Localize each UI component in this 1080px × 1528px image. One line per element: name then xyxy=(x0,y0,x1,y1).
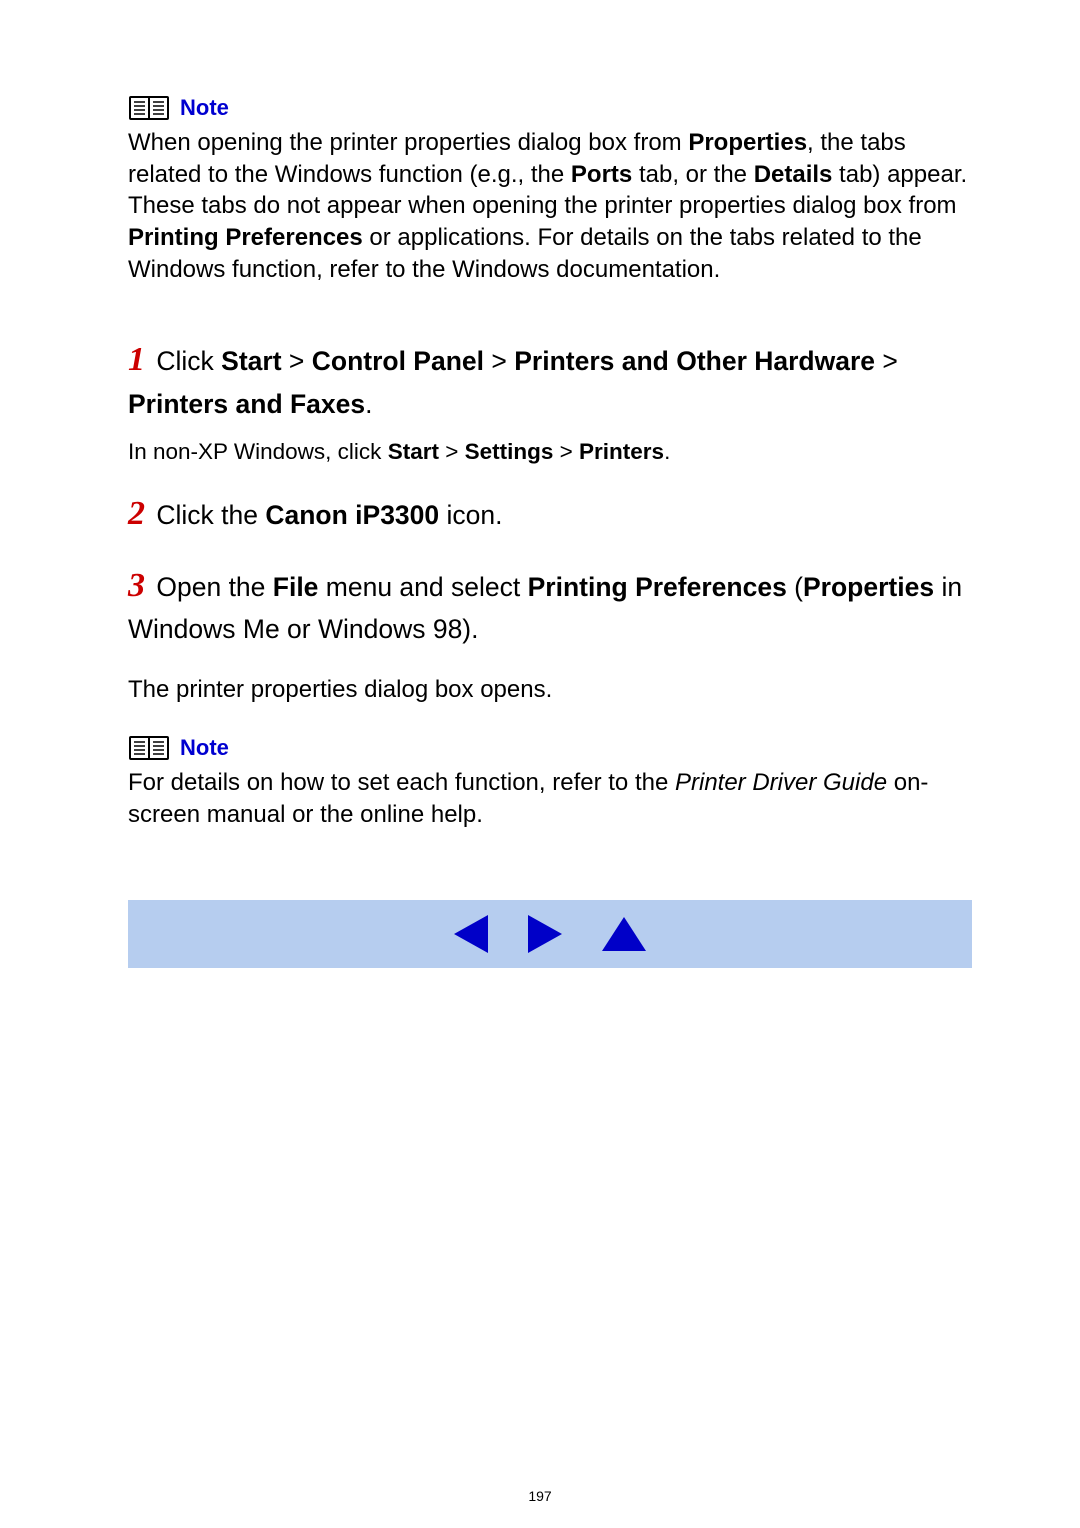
nav-bar xyxy=(128,900,972,968)
note-block-1: Note When opening the printer properties… xyxy=(128,95,972,285)
note-header: Note xyxy=(128,95,972,121)
previous-button[interactable] xyxy=(454,915,488,953)
step-text: Open the File menu and select Printing P… xyxy=(128,572,962,644)
note-label: Note xyxy=(180,735,229,761)
step-sub: In non-XP Windows, click Start > Setting… xyxy=(128,437,972,467)
step-result: The printer properties dialog box opens. xyxy=(128,674,972,706)
document-page: Note When opening the printer properties… xyxy=(0,0,1080,1528)
note-body-1: When opening the printer properties dial… xyxy=(128,127,972,285)
step-number: 3 xyxy=(128,561,145,610)
note-block-2: Note For details on how to set each func… xyxy=(128,735,972,830)
step-text: Click the Canon iP3300 icon. xyxy=(156,500,502,530)
book-icon xyxy=(128,95,170,121)
step-number: 1 xyxy=(128,335,145,384)
top-button[interactable] xyxy=(602,917,646,951)
step-main: 2 Click the Canon iP3300 icon. xyxy=(128,489,972,538)
step-main: 1 Click Start > Control Panel > Printers… xyxy=(128,335,972,423)
note-header: Note xyxy=(128,735,972,761)
step-3: 3 Open the File menu and select Printing… xyxy=(128,561,972,830)
step-1: 1 Click Start > Control Panel > Printers… xyxy=(128,335,972,467)
next-button[interactable] xyxy=(528,915,562,953)
steps-list: 1 Click Start > Control Panel > Printers… xyxy=(128,335,972,830)
step-number: 2 xyxy=(128,489,145,538)
step-2: 2 Click the Canon iP3300 icon. xyxy=(128,489,972,538)
page-number: 197 xyxy=(0,1488,1080,1504)
step-text: Click Start > Control Panel > Printers a… xyxy=(128,346,898,418)
step-main: 3 Open the File menu and select Printing… xyxy=(128,561,972,649)
note-label: Note xyxy=(180,95,229,121)
note-body-2: For details on how to set each function,… xyxy=(128,767,972,830)
book-icon xyxy=(128,735,170,761)
